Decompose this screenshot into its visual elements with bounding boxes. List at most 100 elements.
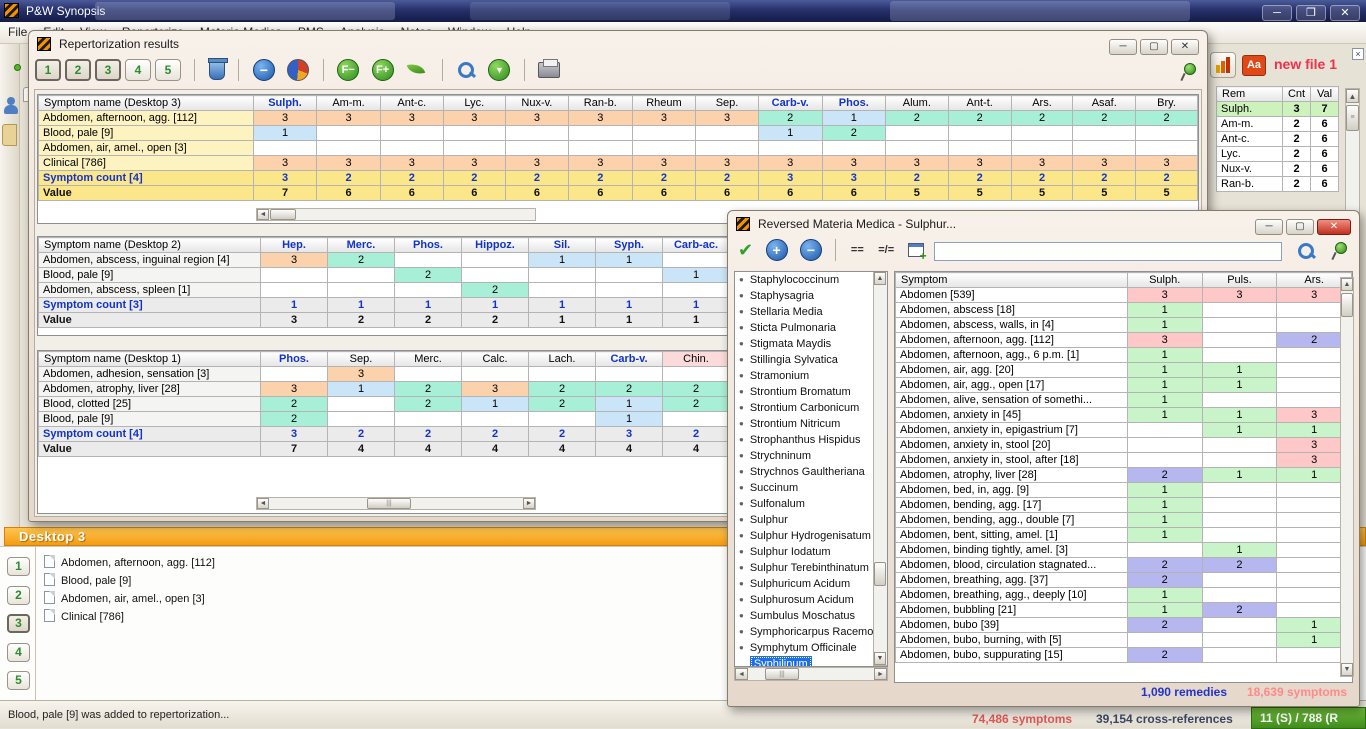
grade-cell[interactable]: 5: [1073, 186, 1136, 201]
grade-cell[interactable]: [948, 141, 1011, 156]
table-row[interactable]: Abdomen, breathing, agg., deeply [10]1: [896, 588, 1352, 603]
grade-cell[interactable]: 2: [1011, 171, 1073, 186]
grade-cell[interactable]: 3: [1136, 156, 1198, 171]
desktop-tab-2[interactable]: 2: [65, 59, 91, 81]
grade-cell[interactable]: 1: [328, 298, 395, 313]
remedy-column-header[interactable]: Syph.: [596, 238, 663, 253]
desktop-tab-3[interactable]: 3: [95, 59, 121, 81]
row-label[interactable]: Sulph.: [1217, 102, 1283, 117]
column-header-label[interactable]: Symptom name (Desktop 1): [39, 352, 261, 367]
grade-cell[interactable]: 3: [261, 382, 328, 397]
row-label[interactable]: Abdomen, alive, sensation of somethi...: [896, 393, 1128, 408]
grade-cell[interactable]: [596, 283, 663, 298]
row-label[interactable]: Abdomen, anxiety in, stool, after [18]: [896, 453, 1128, 468]
column-header-label[interactable]: Symptom name (Desktop 2): [39, 238, 261, 253]
side-dock-tab[interactable]: [2, 124, 17, 146]
desktop-selector-3[interactable]: 3: [7, 614, 30, 633]
herb-edit-icon[interactable]: [406, 61, 428, 79]
remedy-column-header[interactable]: Hep.: [261, 238, 328, 253]
remedy-list-item[interactable]: ●Stigmata Maydis: [735, 336, 873, 352]
grade-cell[interactable]: 3: [758, 156, 822, 171]
row-label[interactable]: Ant-c.: [1217, 132, 1283, 147]
grade-cell[interactable]: [1202, 513, 1277, 528]
grade-cell[interactable]: [1127, 633, 1202, 648]
grade-cell[interactable]: 1: [462, 397, 529, 412]
table-row[interactable]: Value7444444: [39, 442, 730, 457]
grade-cell[interactable]: [261, 268, 328, 283]
grade-cell[interactable]: 1: [663, 313, 730, 328]
restore-button[interactable]: ❐: [1296, 5, 1326, 21]
row-label[interactable]: Symptom count [4]: [39, 171, 254, 186]
grade-cell[interactable]: [328, 397, 395, 412]
remedy-column-header[interactable]: Ant-c.: [380, 96, 443, 111]
remedy-list-item[interactable]: ●Strontium Bromatum: [735, 384, 873, 400]
row-label[interactable]: Abdomen, atrophy, liver [28]: [39, 382, 261, 397]
grade-cell[interactable]: 7: [261, 442, 328, 457]
grade-cell[interactable]: 1: [663, 268, 730, 283]
grade-cell[interactable]: [1202, 453, 1277, 468]
grade-cell[interactable]: 2: [1202, 558, 1277, 573]
remedy-list-hscrollbar[interactable]: ◄ ||| ►: [734, 667, 888, 681]
grade-cell[interactable]: 6: [632, 186, 696, 201]
grade-cell[interactable]: [317, 141, 380, 156]
grade-cell[interactable]: [885, 126, 948, 141]
grade-cell[interactable]: [1202, 393, 1277, 408]
grade-cell[interactable]: [696, 126, 758, 141]
grade-cell[interactable]: 6: [1311, 162, 1339, 177]
row-label[interactable]: Value: [39, 186, 254, 201]
remedy-column-header[interactable]: Sulph.: [253, 96, 317, 111]
grade-cell[interactable]: 2: [632, 171, 696, 186]
remedy-column-header[interactable]: Val: [1311, 87, 1339, 102]
grade-cell[interactable]: 2: [529, 397, 596, 412]
row-label[interactable]: Value: [39, 442, 261, 457]
grade-cell[interactable]: 3: [1073, 156, 1136, 171]
remedy-list-item[interactable]: ●Staphysagria: [735, 288, 873, 304]
grade-cell[interactable]: [505, 126, 568, 141]
remedy-list-item[interactable]: ●Sulphuricum Acidum: [735, 576, 873, 592]
grade-cell[interactable]: 6: [822, 186, 885, 201]
remedy-list-item[interactable]: ●Stillingia Sylvatica: [735, 352, 873, 368]
grade-cell[interactable]: 3: [261, 253, 328, 268]
table-row[interactable]: Symptom count [3]1111111: [39, 298, 730, 313]
add-remedy-icon[interactable]: +: [766, 239, 788, 261]
row-label[interactable]: Abdomen, binding tightly, amel. [3]: [896, 543, 1128, 558]
remedy-list-item[interactable]: ●Staphylococcinum: [735, 272, 873, 288]
table-row[interactable]: Abdomen, afternoon, agg. [112]3333333321…: [39, 111, 1198, 126]
grade-cell[interactable]: [1202, 528, 1277, 543]
grade-cell[interactable]: [1202, 573, 1277, 588]
grade-cell[interactable]: 2: [328, 427, 395, 442]
grade-cell[interactable]: [885, 141, 948, 156]
grade-cell[interactable]: [1202, 588, 1277, 603]
row-label[interactable]: Abdomen, atrophy, liver [28]: [896, 468, 1128, 483]
desktop-selector-2[interactable]: 2: [7, 586, 30, 605]
grade-cell[interactable]: 2: [1127, 573, 1202, 588]
grade-cell[interactable]: 3: [505, 111, 568, 126]
desktop-symptom-item[interactable]: Blood, pale [9]: [44, 573, 131, 589]
grade-cell[interactable]: 3: [822, 156, 885, 171]
desktop-selector-5[interactable]: 5: [7, 671, 30, 690]
desktop-symptom-item[interactable]: Clinical [786]: [44, 609, 124, 625]
row-label[interactable]: Abdomen, bed, in, agg. [9]: [896, 483, 1128, 498]
grade-cell[interactable]: 1: [1127, 603, 1202, 618]
row-label[interactable]: Abdomen, air, amel., open [3]: [39, 141, 254, 156]
grade-cell[interactable]: 1: [1127, 498, 1202, 513]
remedy-list-item[interactable]: ●Strophanthus Hispidus: [735, 432, 873, 448]
remedy-column-header[interactable]: Cnt: [1283, 87, 1311, 102]
remedy-column-header[interactable]: Merc.: [395, 352, 462, 367]
remedy-column-header[interactable]: Rheum: [632, 96, 696, 111]
grade-cell[interactable]: 1: [596, 253, 663, 268]
grade-cell[interactable]: [1202, 498, 1277, 513]
print-icon[interactable]: [538, 62, 560, 78]
table-row[interactable]: Abdomen, bed, in, agg. [9]1: [896, 483, 1352, 498]
grade-cell[interactable]: [328, 268, 395, 283]
grade-cell[interactable]: [948, 126, 1011, 141]
column-header-label[interactable]: Symptom name (Desktop 3): [39, 96, 254, 111]
table-row[interactable]: Abdomen, alive, sensation of somethi...1: [896, 393, 1352, 408]
grade-cell[interactable]: 3: [758, 171, 822, 186]
column-header-label[interactable]: Symptom: [896, 273, 1128, 288]
grade-cell[interactable]: 4: [328, 442, 395, 457]
remedy-list-item[interactable]: ●Sticta Pulmonaria: [735, 320, 873, 336]
row-label[interactable]: Blood, pale [9]: [39, 412, 261, 427]
grade-cell[interactable]: 2: [529, 427, 596, 442]
grade-cell[interactable]: 2: [395, 382, 462, 397]
